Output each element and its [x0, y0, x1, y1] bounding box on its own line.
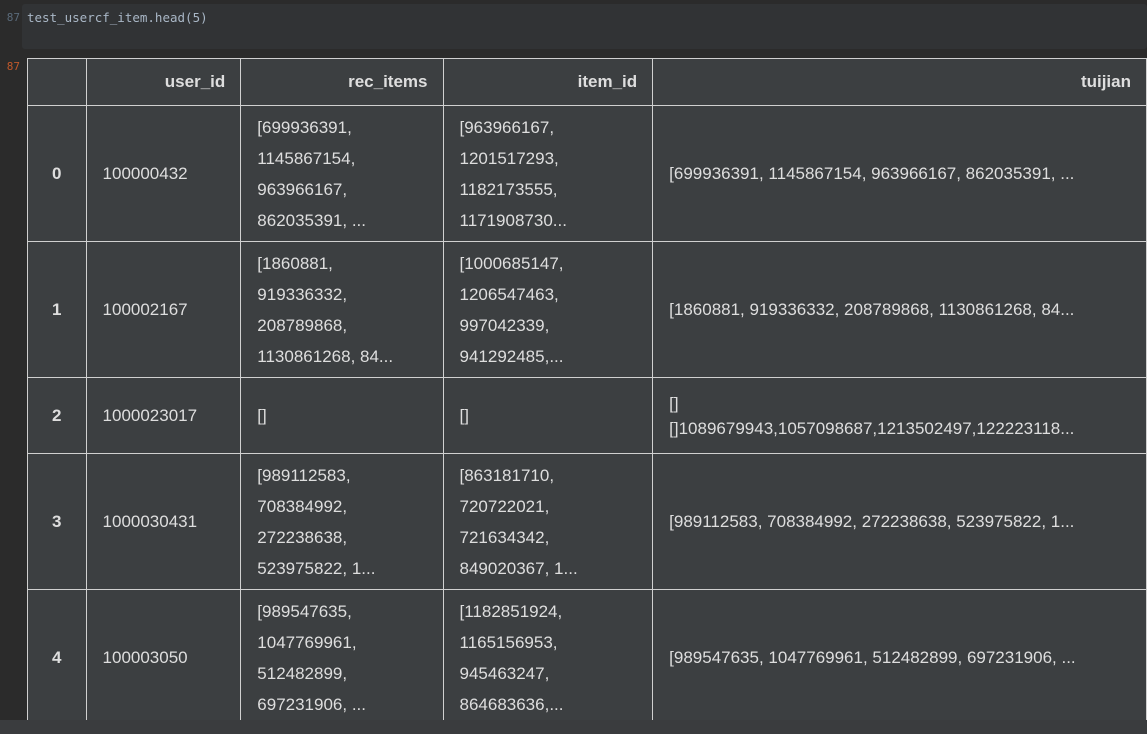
- cell-rec-items: [699936391, 1145867154, 963966167, 86203…: [240, 105, 444, 242]
- column-header-user-id: user_id: [85, 58, 242, 106]
- cell-item-id: []: [442, 377, 654, 454]
- table-row: 3 1000030431 [989112583, 708384992, 2722…: [27, 453, 1147, 590]
- line-number-gutter: 87 87: [0, 0, 22, 720]
- cell-user-id: 1000030431: [85, 453, 242, 590]
- cell-rec-items: [989112583, 708384992, 272238638, 523975…: [240, 453, 444, 590]
- row-index: 1: [27, 241, 87, 378]
- cell-tuijian: [] []1089679943,1057098687,1213502497,12…: [652, 377, 1147, 454]
- column-header-tuijian: tuijian: [652, 58, 1147, 106]
- input-prompt-number: 87: [6, 11, 20, 24]
- cell-user-id: 1000023017: [85, 377, 242, 454]
- output-prompt-number: 87: [6, 60, 20, 73]
- cell-user-id: 100000432: [85, 105, 242, 242]
- row-index: 3: [27, 453, 87, 590]
- column-header-item-id: item_id: [442, 58, 654, 106]
- cell-item-id: [863181710, 720722021, 721634342, 849020…: [442, 453, 654, 590]
- table-row: 0 100000432 [699936391, 1145867154, 9639…: [27, 105, 1147, 242]
- cell-item-id: [963966167, 1201517293, 1182173555, 1171…: [442, 105, 654, 242]
- cell-item-id: [1182851924, 1165156953, 945463247, 8646…: [442, 589, 654, 720]
- row-index: 4: [27, 589, 87, 720]
- table-row: 2 1000023017 [] [] [] []1089679943,10570…: [27, 377, 1147, 454]
- cell-user-id: 100002167: [85, 241, 242, 378]
- dataframe-table: user_id rec_items item_id tuijian 0 1000…: [27, 58, 1147, 720]
- horizontal-scrollbar[interactable]: [0, 720, 1147, 734]
- cell-output: user_id rec_items item_id tuijian 0 1000…: [22, 55, 1147, 720]
- row-index: 2: [27, 377, 87, 454]
- code-cell-input[interactable]: test_usercf_item.head(5): [22, 4, 1147, 49]
- cell-rec-items: []: [240, 377, 444, 454]
- cell-user-id: 100003050: [85, 589, 242, 720]
- column-header-rec-items: rec_items: [240, 58, 444, 106]
- cell-tuijian: [989547635, 1047769961, 512482899, 69723…: [652, 589, 1147, 720]
- cell-tuijian: [699936391, 1145867154, 963966167, 86203…: [652, 105, 1147, 242]
- code-text[interactable]: test_usercf_item.head(5): [27, 10, 208, 25]
- cell-tuijian: [1860881, 919336332, 208789868, 11308612…: [652, 241, 1147, 378]
- table-row: 1 100002167 [1860881, 919336332, 2087898…: [27, 241, 1147, 378]
- index-header: [27, 58, 87, 106]
- cell-rec-items: [1860881, 919336332, 208789868, 11308612…: [240, 241, 444, 378]
- cell-rec-items: [989547635, 1047769961, 512482899, 69723…: [240, 589, 444, 720]
- row-index: 0: [27, 105, 87, 242]
- cell-item-id: [1000685147, 1206547463, 997042339, 9412…: [442, 241, 654, 378]
- table-header-row: user_id rec_items item_id tuijian: [27, 58, 1147, 106]
- cell-tuijian: [989112583, 708384992, 272238638, 523975…: [652, 453, 1147, 590]
- table-row: 4 100003050 [989547635, 1047769961, 5124…: [27, 589, 1147, 720]
